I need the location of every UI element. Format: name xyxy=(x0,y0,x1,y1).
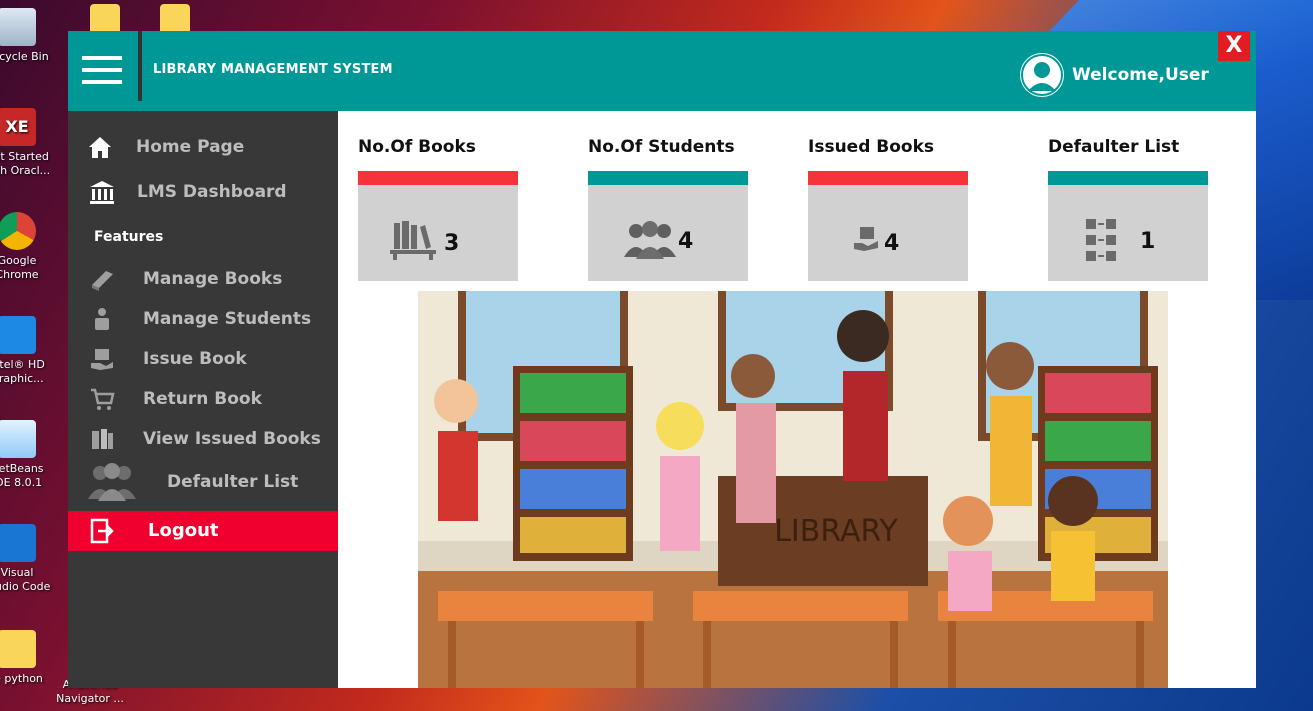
netbeans-icon xyxy=(0,420,36,458)
books-stack-icon xyxy=(92,429,113,449)
desktop-icon-recycle-bin[interactable]: Recycle Bin xyxy=(0,8,52,64)
sidebar-item-label: Issue Book xyxy=(143,349,247,369)
bookshelf-icon xyxy=(390,221,436,260)
stat-card-students[interactable]: No.Of Students 4 xyxy=(588,137,748,281)
intel-graphics-icon xyxy=(0,316,36,354)
sidebar-item-dashboard[interactable]: LMS Dashboard xyxy=(68,174,338,210)
sidebar-item-defaulter-list[interactable]: Defaulter List xyxy=(68,461,338,503)
logout-button[interactable]: Logout xyxy=(68,511,338,551)
desktop-icon-vscode[interactable]: Visual Studio Code xyxy=(0,524,52,594)
sidebar-item-manage-students[interactable]: Manage Students xyxy=(68,301,338,337)
stat-card-body: 4 xyxy=(588,185,748,281)
library-illustration: LIBRARY xyxy=(418,291,1168,688)
stat-card-title: No.Of Books xyxy=(358,137,476,157)
logout-label: Logout xyxy=(148,520,219,541)
hand-book-icon xyxy=(854,227,878,251)
dashboard-main: No.Of Books 3 No.Of Students 4 Issued Bo… xyxy=(338,111,1256,688)
oracle-xe-icon: XE xyxy=(0,108,36,146)
sidebar-item-view-issued-books[interactable]: View Issued Books xyxy=(68,421,338,457)
desktop-icon-chrome[interactable]: Google Chrome xyxy=(0,212,52,282)
sidebar-item-label: Return Book xyxy=(143,389,262,409)
group-icon xyxy=(88,463,136,501)
stat-card-title: No.Of Students xyxy=(588,137,735,157)
header-divider xyxy=(138,31,142,101)
sidebar-item-label: LMS Dashboard xyxy=(137,182,287,202)
sidebar-item-label: Manage Books xyxy=(143,269,283,289)
student-icon xyxy=(95,308,109,330)
issue-book-icon xyxy=(91,349,113,370)
stat-card-body: 1 xyxy=(1048,185,1208,281)
desktop-icon-python[interactable]: le python xyxy=(0,630,52,686)
library-scene-graphic: LIBRARY xyxy=(418,291,1168,688)
sidebar-item-manage-books[interactable]: Manage Books xyxy=(68,261,338,297)
app-header: LIBRARY MANAGEMENT SYSTEM Welcome,User X xyxy=(68,31,1256,111)
desktop-icon-netbeans[interactable]: NetBeans IDE 8.0.1 xyxy=(0,420,52,490)
stat-card-accent xyxy=(358,171,518,185)
features-heading: Features xyxy=(94,229,164,245)
return-cart-icon xyxy=(91,388,115,410)
sidebar-item-return-book[interactable]: Return Book xyxy=(68,381,338,417)
stat-card-accent xyxy=(588,171,748,185)
desktop-icon-oracle[interactable]: XE Get Started with Oracl... xyxy=(0,108,52,178)
home-icon xyxy=(89,137,111,158)
sidebar-item-home[interactable]: Home Page xyxy=(68,129,338,165)
lms-window: LIBRARY MANAGEMENT SYSTEM Welcome,User X… xyxy=(68,31,1256,688)
users-icon xyxy=(624,221,676,259)
stat-card-value: 3 xyxy=(444,231,460,256)
stat-card-body: 3 xyxy=(358,185,518,281)
logout-icon xyxy=(90,518,114,544)
stat-card-issued-books[interactable]: Issued Books 4 xyxy=(808,137,968,281)
bank-icon xyxy=(90,181,114,204)
stat-card-accent xyxy=(808,171,968,185)
hamburger-menu-icon[interactable] xyxy=(82,56,122,84)
book-icon xyxy=(92,271,113,291)
close-button[interactable]: X xyxy=(1218,31,1250,61)
sidebar-item-label: Defaulter List xyxy=(167,472,299,492)
app-title: LIBRARY MANAGEMENT SYSTEM xyxy=(153,62,393,77)
sidebar-item-label: Home Page xyxy=(136,137,245,157)
stat-card-value: 4 xyxy=(678,229,694,254)
sidebar: Home Page LMS Dashboard Features Manage … xyxy=(68,111,338,688)
stat-card-value: 4 xyxy=(884,231,900,256)
sidebar-item-label: View Issued Books xyxy=(143,429,321,449)
stat-card-defaulter-list[interactable]: Defaulter List 1 xyxy=(1048,137,1208,281)
stat-card-title: Issued Books xyxy=(808,137,935,157)
stat-card-books[interactable]: No.Of Books 3 xyxy=(358,137,518,281)
welcome-user-text: Welcome,User xyxy=(1072,65,1209,85)
chrome-icon xyxy=(0,212,36,250)
vscode-icon xyxy=(0,524,36,562)
stat-card-body: 4 xyxy=(808,185,968,281)
stat-card-title: Defaulter List xyxy=(1048,137,1180,157)
list-icon xyxy=(1086,219,1116,261)
recycle-bin-icon xyxy=(0,8,36,46)
library-sign-text: LIBRARY xyxy=(774,514,898,549)
sidebar-item-issue-book[interactable]: Issue Book xyxy=(68,341,338,377)
stat-card-accent xyxy=(1048,171,1208,185)
sidebar-item-label: Manage Students xyxy=(143,309,312,329)
folder-icon xyxy=(0,630,36,668)
user-avatar-icon[interactable] xyxy=(1020,53,1064,97)
desktop-icon-intel[interactable]: Intel® HD Graphic... xyxy=(0,316,52,386)
stat-card-value: 1 xyxy=(1140,229,1156,254)
